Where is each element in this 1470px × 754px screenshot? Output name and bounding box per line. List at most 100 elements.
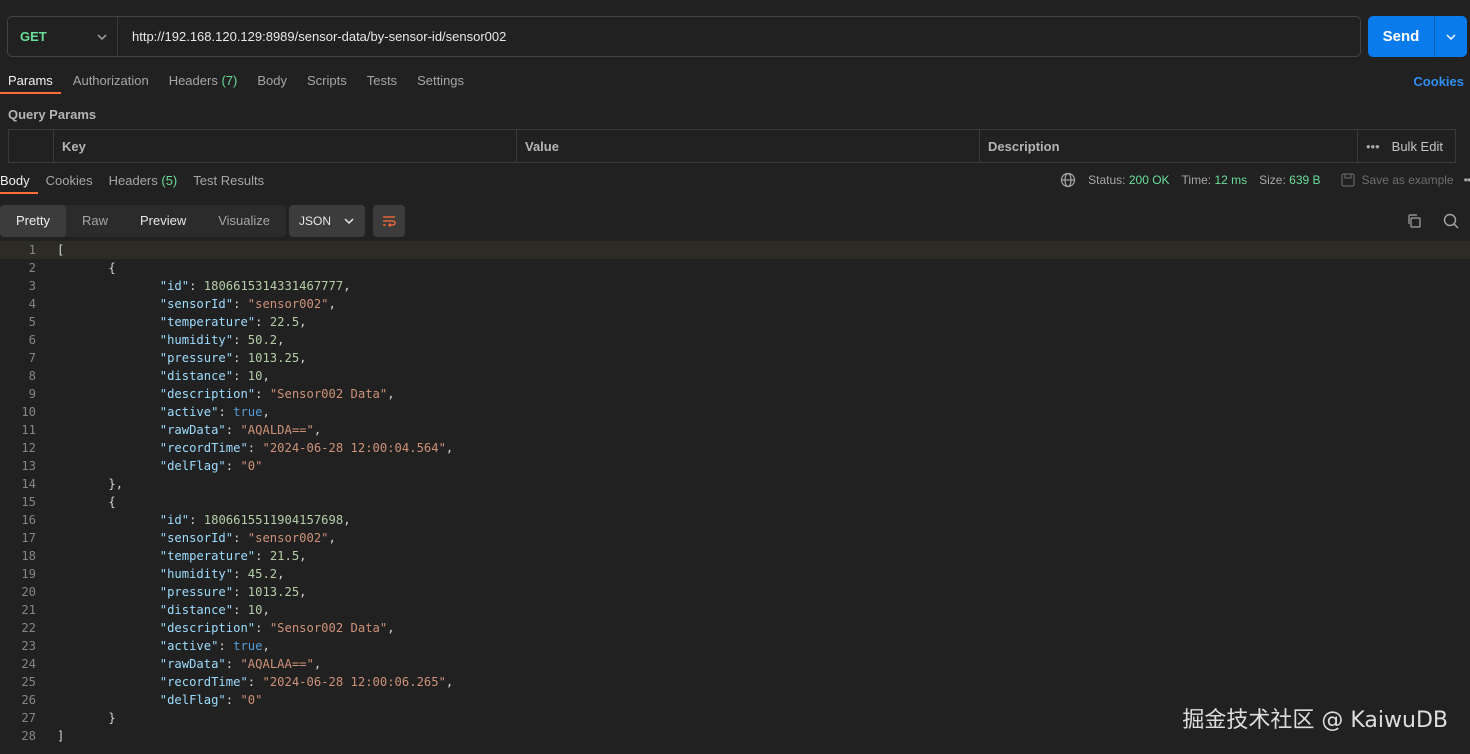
line-number: 7 bbox=[28, 351, 36, 365]
chevron-down-icon bbox=[97, 34, 107, 41]
language-select[interactable]: JSON bbox=[289, 205, 365, 237]
code-line: 24 "rawData": "AQALAA==", bbox=[0, 655, 1470, 673]
line-number: 27 bbox=[21, 711, 36, 725]
code-line: 3 "id": 1806615314331467777, bbox=[0, 277, 1470, 295]
code-content: "active": true, bbox=[159, 639, 270, 653]
code-content: "active": true, bbox=[159, 405, 270, 419]
line-number: 24 bbox=[21, 657, 36, 671]
tab-params[interactable]: Params bbox=[0, 68, 61, 94]
tab-headers[interactable]: Headers (7) bbox=[161, 68, 246, 94]
tab-label: Scripts bbox=[306, 73, 347, 88]
tab-response-cookies[interactable]: Cookies bbox=[46, 168, 101, 194]
search-icon[interactable] bbox=[1442, 212, 1460, 230]
status-value[interactable]: 200 OK bbox=[1129, 173, 1170, 187]
mode-pretty[interactable]: Pretty bbox=[0, 205, 66, 237]
line-number: 5 bbox=[28, 315, 36, 329]
tab-authorization[interactable]: Authorization bbox=[65, 68, 157, 94]
tab-label: Authorization bbox=[72, 73, 149, 88]
mode-raw[interactable]: Raw bbox=[66, 205, 124, 237]
tab-count: (7) bbox=[221, 73, 238, 88]
code-line: 4 "sensorId": "sensor002", bbox=[0, 295, 1470, 313]
response-tabs: Body Cookies Headers (5) Test Results bbox=[0, 168, 280, 196]
line-number: 9 bbox=[28, 387, 36, 401]
code-line: 2 { bbox=[0, 259, 1470, 277]
code-line: 11 "rawData": "AQALDA==", bbox=[0, 421, 1470, 439]
format-mode-group: Pretty Raw Preview Visualize bbox=[0, 205, 287, 237]
code-content: { bbox=[108, 495, 116, 509]
code-content: ] bbox=[57, 729, 65, 743]
tab-response-body[interactable]: Body bbox=[0, 168, 38, 194]
code-content: [ bbox=[57, 243, 65, 257]
line-number: 4 bbox=[28, 297, 36, 311]
tab-label: Body bbox=[0, 173, 30, 188]
format-bar: Pretty Raw Preview Visualize JSON bbox=[0, 205, 1470, 237]
url-input[interactable]: http://192.168.120.129:8989/sensor-data/… bbox=[118, 29, 506, 44]
code-content: "rawData": "AQALAA==", bbox=[159, 657, 322, 671]
language-label: JSON bbox=[299, 214, 332, 228]
tab-body[interactable]: Body bbox=[249, 68, 295, 94]
tab-label: Settings bbox=[417, 73, 465, 88]
code-content: "pressure": 1013.25, bbox=[159, 585, 307, 599]
wrap-lines-button[interactable] bbox=[373, 205, 405, 237]
tab-label: Cookies bbox=[45, 173, 93, 188]
mode-visualize[interactable]: Visualize bbox=[202, 205, 286, 237]
response-body-viewer[interactable]: 1[2 {3 "id": 1806615314331467777, 4 "sens… bbox=[0, 241, 1470, 754]
save-as-example-button[interactable]: Save as example bbox=[1341, 173, 1454, 187]
column-value: Value bbox=[517, 130, 980, 162]
tab-settings[interactable]: Settings bbox=[409, 68, 472, 94]
response-status-bar: Status: 200 OK Time: 12 ms Size: 639 B S… bbox=[1060, 172, 1470, 188]
code-content: "description": "Sensor002 Data", bbox=[159, 387, 395, 401]
code-line: 25 "recordTime": "2024-06-28 12:00:06.26… bbox=[0, 673, 1470, 691]
code-content: "delFlag": "0" bbox=[159, 693, 263, 707]
code-content: "distance": 10, bbox=[159, 603, 270, 617]
more-icon: ••• bbox=[1366, 138, 1380, 154]
mode-preview[interactable]: Preview bbox=[124, 205, 202, 237]
code-content: }, bbox=[108, 477, 124, 491]
tab-tests[interactable]: Tests bbox=[359, 68, 405, 94]
code-content: "pressure": 1013.25, bbox=[159, 351, 307, 365]
time-label: Time: bbox=[1181, 173, 1212, 187]
status-label: Status: bbox=[1088, 173, 1126, 187]
line-number: 8 bbox=[28, 369, 36, 383]
bulk-edit-button[interactable]: ••• Bulk Edit bbox=[1358, 130, 1455, 162]
tab-scripts[interactable]: Scripts bbox=[299, 68, 355, 94]
code-line: 15 { bbox=[0, 493, 1470, 511]
method-select[interactable]: GET bbox=[8, 17, 118, 56]
tab-count: (5) bbox=[161, 173, 178, 188]
code-content: "description": "Sensor002 Data", bbox=[159, 621, 395, 635]
tab-test-results[interactable]: Test Results bbox=[193, 168, 272, 194]
line-number: 23 bbox=[21, 639, 36, 653]
send-button[interactable]: Send bbox=[1368, 16, 1435, 57]
code-line: 6 "humidity": 50.2, bbox=[0, 331, 1470, 349]
time-value[interactable]: 12 ms bbox=[1214, 173, 1247, 187]
code-line: 16 "id": 1806615511904157698, bbox=[0, 511, 1470, 529]
line-number: 21 bbox=[21, 603, 36, 617]
more-options-icon[interactable]: •• bbox=[1464, 173, 1470, 187]
copy-icon[interactable] bbox=[1406, 213, 1422, 229]
code-line: 5 "temperature": 22.5, bbox=[0, 313, 1470, 331]
query-params-table: Key Value Description ••• Bulk Edit bbox=[8, 129, 1456, 163]
line-number: 16 bbox=[21, 513, 36, 527]
send-dropdown-button[interactable] bbox=[1435, 16, 1467, 57]
checkbox-column bbox=[9, 130, 54, 162]
cookies-link[interactable]: Cookies bbox=[1413, 74, 1464, 89]
watermark: 掘金技术社区 @ KaiwuDB bbox=[1182, 708, 1448, 733]
save-label: Save as example bbox=[1361, 173, 1454, 187]
size-value[interactable]: 639 B bbox=[1289, 173, 1320, 187]
line-number: 25 bbox=[21, 675, 36, 689]
tab-label: Tests bbox=[366, 73, 398, 88]
code-content: "humidity": 50.2, bbox=[159, 333, 285, 347]
line-number: 28 bbox=[21, 729, 36, 743]
line-number: 14 bbox=[21, 477, 36, 491]
code-line: 8 "distance": 10, bbox=[0, 367, 1470, 385]
line-number: 15 bbox=[21, 495, 36, 509]
wrap-icon bbox=[383, 216, 396, 227]
globe-icon[interactable] bbox=[1060, 172, 1076, 188]
tab-response-headers[interactable]: Headers (5) bbox=[109, 168, 186, 194]
line-number: 26 bbox=[21, 693, 36, 707]
line-number: 22 bbox=[21, 621, 36, 635]
code-content: } bbox=[108, 711, 116, 725]
tab-label: Headers bbox=[168, 73, 218, 88]
bulk-edit-label: Bulk Edit bbox=[1391, 138, 1443, 154]
tab-label: Params bbox=[8, 73, 53, 88]
